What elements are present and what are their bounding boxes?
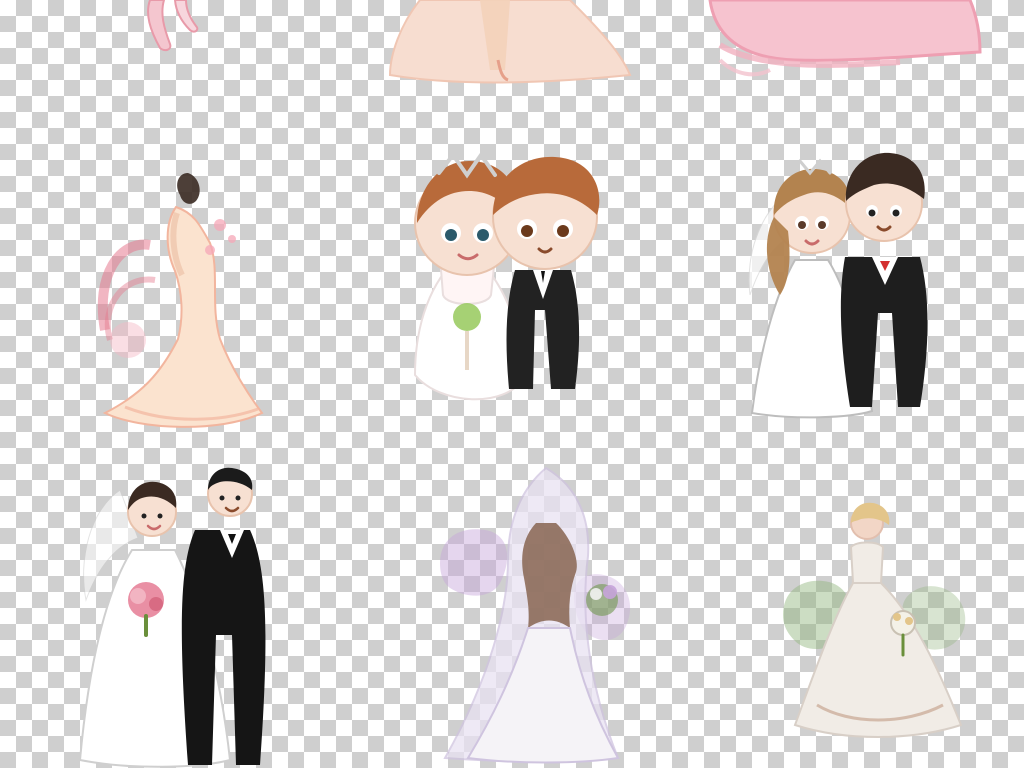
mid-left-bride-peach-gown (70, 155, 280, 440)
bottom-center-watercolor-bride-back (420, 466, 650, 768)
mid-center-chibi-couple (395, 145, 625, 415)
bottom-right-watercolor-bride-front (765, 495, 985, 745)
top-left-pink-ribbon-fragment (120, 0, 210, 55)
top-center-peach-gown-fragment (380, 0, 650, 90)
mid-right-chibi-couple-veil (740, 145, 940, 420)
transparency-checkerboard-canvas (0, 0, 1024, 768)
top-right-pink-ruffle-fragment (700, 0, 990, 90)
bottom-left-bride-groom (60, 460, 290, 768)
